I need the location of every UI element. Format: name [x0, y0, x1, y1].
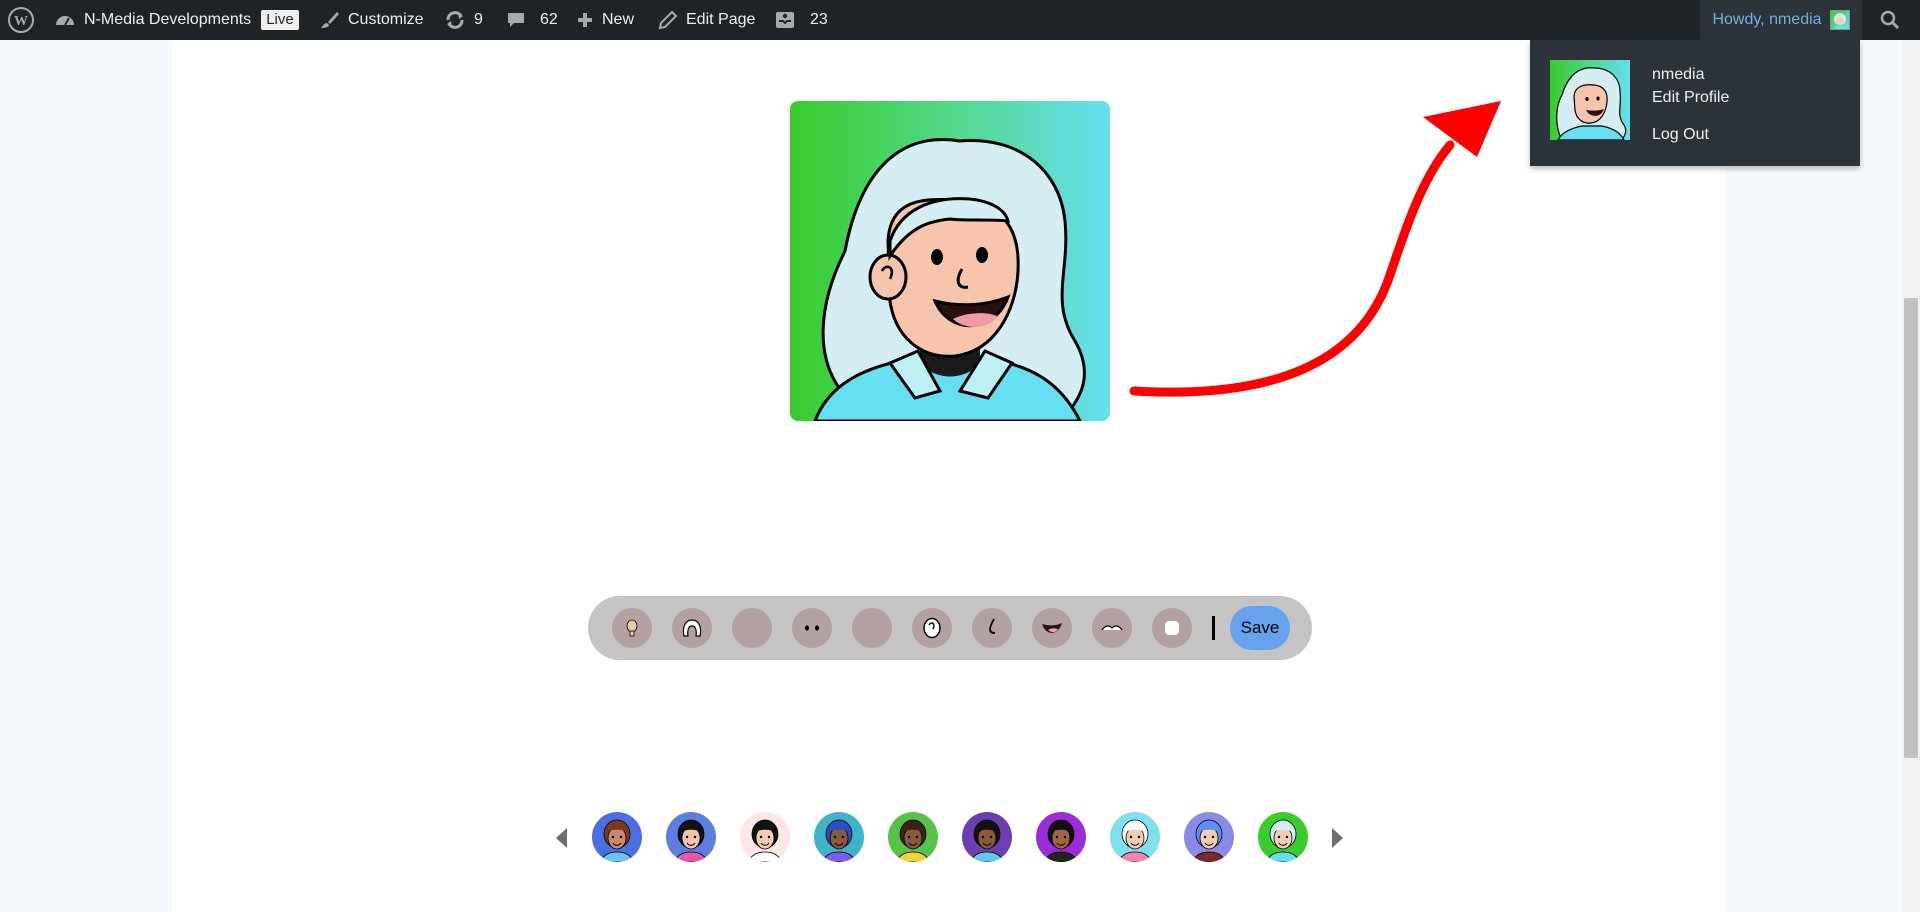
carousel-avatar-face	[895, 819, 931, 862]
pencil-icon	[658, 10, 678, 30]
carousel-avatar-face	[821, 819, 857, 862]
beard-tool-button[interactable]	[1092, 608, 1132, 648]
new-label: New	[602, 11, 635, 28]
mouth-tool-button[interactable]	[1032, 608, 1072, 648]
carousel-avatar-face	[599, 819, 635, 862]
logout-link[interactable]: Log Out	[1652, 126, 1709, 144]
nose-icon	[989, 618, 996, 634]
shirt-tool-button[interactable]	[1152, 608, 1192, 648]
carousel-avatar[interactable]	[814, 812, 864, 862]
user-avatar-large	[1550, 60, 1630, 140]
skin-tool-button[interactable]	[612, 608, 652, 648]
carousel-avatar[interactable]	[1258, 812, 1308, 862]
mouth-icon	[1042, 623, 1062, 633]
svg-text:W: W	[14, 14, 28, 29]
annotation-arrow	[1129, 101, 1501, 397]
comment-icon	[508, 13, 524, 27]
ear-tool-button[interactable]	[912, 608, 952, 648]
dropdown-username[interactable]: nmedia	[1652, 66, 1704, 84]
nose-tool-button[interactable]	[972, 608, 1012, 648]
inbox-icon	[776, 12, 794, 28]
carousel-avatar[interactable]	[1110, 812, 1160, 862]
shirt-icon	[1165, 621, 1179, 635]
carousel-next-arrow-icon[interactable]	[1330, 827, 1344, 849]
carousel-avatar-face	[747, 819, 783, 862]
beard-icon	[1101, 625, 1123, 631]
carousel-avatar[interactable]	[888, 812, 938, 862]
new-content-link[interactable]: New	[576, 0, 634, 40]
toolbar-divider	[1212, 616, 1215, 640]
updates-link[interactable]: 9	[444, 0, 483, 40]
hair-icon	[682, 619, 702, 637]
wordpress-logo-icon[interactable]: W	[8, 0, 34, 40]
carousel-prev-arrow-icon[interactable]	[555, 827, 569, 849]
ear-icon	[923, 617, 941, 639]
comments-link[interactable]: 62	[506, 0, 558, 40]
carousel-avatar-face	[673, 819, 709, 862]
carousel-avatar[interactable]	[592, 812, 642, 862]
carousel-avatar-face	[969, 819, 1005, 862]
skin-icon	[626, 619, 638, 637]
carousel-avatar-face	[1117, 819, 1153, 862]
user-account-dropdown: nmedia Edit Profile Log Out	[1530, 40, 1860, 166]
carousel-avatar[interactable]	[1184, 812, 1234, 862]
admin-bar: W N-Media Developments Live Customize 9 …	[0, 0, 1920, 40]
customize-label: Customize	[348, 11, 424, 28]
edit-page-label: Edit Page	[686, 11, 756, 28]
carousel-avatar-face	[1265, 819, 1301, 862]
carousel-avatar-face	[1191, 819, 1227, 862]
hair-tool-button[interactable]	[672, 608, 712, 648]
background-tool-button[interactable]	[732, 608, 772, 648]
carousel-avatar[interactable]	[666, 812, 716, 862]
carousel-avatar[interactable]	[1036, 812, 1086, 862]
forms-link[interactable]: 23	[774, 0, 828, 40]
carousel-avatar[interactable]	[962, 812, 1012, 862]
search-icon[interactable]	[1866, 0, 1914, 40]
customize-link[interactable]: Customize	[320, 0, 424, 40]
howdy-label: Howdy, nmedia	[1712, 11, 1822, 28]
updates-count: 9	[474, 11, 483, 28]
plus-icon	[578, 13, 592, 27]
eyes-tool-button[interactable]	[792, 608, 832, 648]
avatar-part-toolbar: Save	[588, 596, 1312, 660]
eyes-icon	[805, 625, 819, 631]
edit-profile-link[interactable]: Edit Profile	[1652, 89, 1729, 107]
avatar-preview	[790, 101, 1110, 421]
edit-page-link[interactable]: Edit Page	[658, 0, 755, 40]
my-account-menu[interactable]: Howdy, nmedia	[1700, 0, 1862, 40]
site-name-menu[interactable]: N-Media Developments Live	[54, 0, 299, 40]
dashboard-icon	[56, 16, 74, 26]
comments-count: 62	[540, 11, 558, 28]
brush-icon	[321, 12, 339, 28]
scrollbar-thumb[interactable]	[1904, 298, 1918, 758]
face-tool-button[interactable]	[852, 608, 892, 648]
carousel-avatar-face	[1043, 819, 1079, 862]
user-avatar-small	[1829, 10, 1850, 30]
updates-icon	[446, 11, 464, 29]
site-name: N-Media Developments	[84, 11, 252, 28]
forms-count: 23	[810, 11, 828, 28]
save-button[interactable]: Save	[1230, 606, 1290, 650]
live-badge: Live	[261, 10, 299, 30]
carousel-avatar[interactable]	[740, 812, 790, 862]
avatar-illustration	[813, 138, 1086, 421]
